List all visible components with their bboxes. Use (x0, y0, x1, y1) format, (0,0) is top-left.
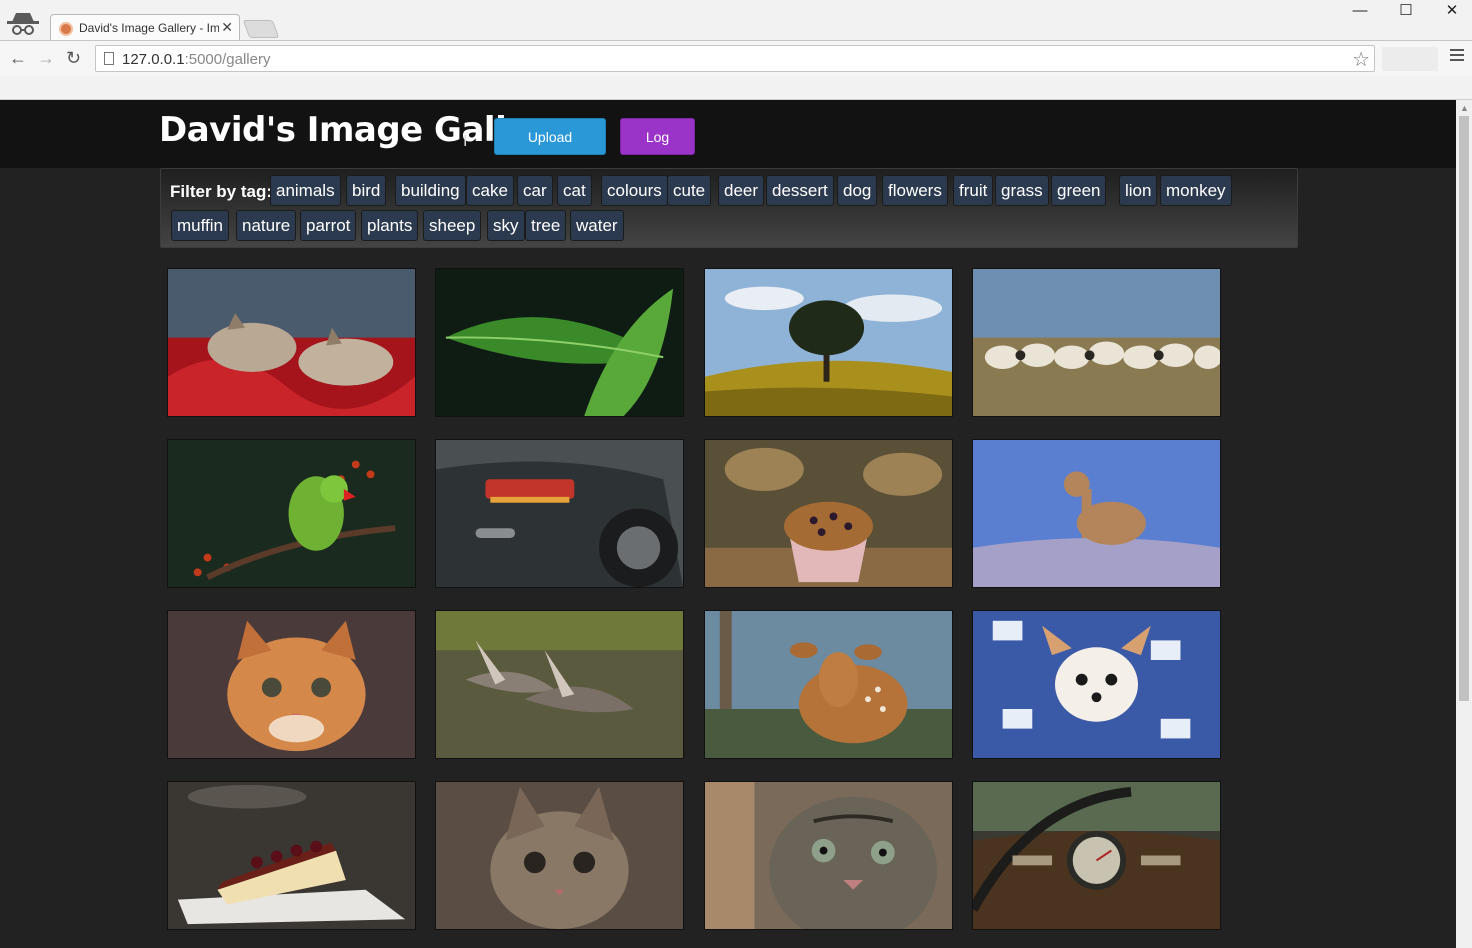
tag-sheep[interactable]: sheep (423, 210, 482, 241)
reload-button[interactable]: ↻ (66, 48, 81, 69)
tag-animals[interactable]: animals (270, 175, 341, 206)
tag-green[interactable]: green (1051, 175, 1107, 206)
scrollbar[interactable]: ▲ (1456, 100, 1472, 948)
fawn-image[interactable] (704, 610, 953, 759)
car-dashboard-image[interactable] (972, 781, 1221, 930)
tag-tree[interactable]: tree (525, 210, 567, 241)
flying-geese-image[interactable] (435, 610, 684, 759)
tag-sky[interactable]: sky (487, 210, 525, 241)
parrot-image[interactable] (167, 439, 416, 588)
incognito-icon (4, 8, 42, 38)
chihuahua-in-blanket-image[interactable] (972, 610, 1221, 759)
tag-fruit[interactable]: fruit (953, 175, 994, 206)
bookmark-strip (0, 76, 1472, 100)
maximize-button[interactable]: ☐ (1386, 2, 1426, 24)
scrollbar-thumb[interactable] (1459, 116, 1469, 701)
cheesecake-image[interactable] (167, 781, 416, 930)
tag-parrot[interactable]: parrot (300, 210, 357, 241)
sleeping-kittens-image[interactable] (167, 268, 416, 417)
tag-monkey[interactable]: monkey (1160, 175, 1232, 206)
tag-nature[interactable]: nature (236, 210, 297, 241)
tag-cat[interactable]: cat (557, 175, 592, 206)
scroll-up-icon[interactable]: ▲ (1460, 103, 1469, 113)
extension-area (1382, 47, 1438, 71)
tag-grass[interactable]: grass (995, 175, 1049, 206)
new-tab-button[interactable] (242, 20, 280, 38)
cougar-image[interactable] (972, 439, 1221, 588)
tag-deer[interactable]: deer (718, 175, 765, 206)
tag-bird[interactable]: bird (346, 175, 387, 206)
tag-muffin[interactable]: muffin (171, 210, 229, 241)
tab-title: David's Image Gallery - Im (79, 21, 219, 35)
back-button[interactable]: ← (9, 48, 27, 69)
green-leaf-image[interactable] (435, 268, 684, 417)
upload-image-button[interactable]: Upload Image (494, 118, 606, 182)
bookmark-star-icon[interactable]: ☆ (1352, 47, 1370, 72)
browser-chrome: David's Image Gallery - Im ✕ — ☐ ✕ ← → ↻… (0, 0, 1472, 100)
tag-flowers[interactable]: flowers (882, 175, 948, 206)
close-window-button[interactable]: ✕ (1432, 2, 1472, 24)
tag-cute[interactable]: cute (667, 175, 712, 206)
url-text: 127.0.0.1:5000/gallery (122, 51, 271, 68)
browser-toolbar: ← → ↻ 127.0.0.1:5000/gallery ☆ (0, 40, 1472, 76)
kitten-face-image[interactable] (167, 610, 416, 759)
log-out-button[interactable]: Log Out (620, 118, 695, 182)
menu-icon[interactable] (1450, 49, 1464, 64)
browser-tab[interactable]: David's Image Gallery - Im ✕ (50, 14, 240, 42)
tabby-cat-image[interactable] (704, 781, 953, 930)
tag-water[interactable]: water (570, 210, 624, 241)
tag-lion[interactable]: lion (1119, 175, 1158, 206)
page-icon (104, 52, 114, 65)
kitten-close-up-image[interactable] (435, 781, 684, 930)
page-viewport: David's Image Gallery Upload Image Log O… (0, 100, 1456, 948)
text-cursor-icon: I (463, 133, 468, 150)
address-bar[interactable]: 127.0.0.1:5000/gallery ☆ (95, 45, 1375, 72)
tree-on-hill-image[interactable] (704, 268, 953, 417)
filter-label: Filter by tag: (170, 182, 273, 201)
sheep-flock-image[interactable] (972, 268, 1221, 417)
minimize-button[interactable]: — (1340, 2, 1380, 24)
tag-dessert[interactable]: dessert (766, 175, 834, 206)
title-bar: David's Image Gallery - Im ✕ — ☐ ✕ (0, 0, 1472, 42)
tag-dog[interactable]: dog (837, 175, 878, 206)
tab-close-icon[interactable]: ✕ (221, 19, 233, 36)
tag-colours[interactable]: colours (601, 175, 668, 206)
muffin-image[interactable] (704, 439, 953, 588)
favicon-icon (59, 22, 73, 36)
filter-bar: Filter by tag: animals bird building cake ca… (160, 168, 1298, 248)
tag-plants[interactable]: plants (361, 210, 419, 241)
tag-cake[interactable]: cake (466, 175, 514, 206)
forward-button[interactable]: → (37, 48, 55, 69)
tag-car[interactable]: car (517, 175, 553, 206)
tag-building[interactable]: building (395, 175, 466, 206)
car-rear-image[interactable] (435, 439, 684, 588)
